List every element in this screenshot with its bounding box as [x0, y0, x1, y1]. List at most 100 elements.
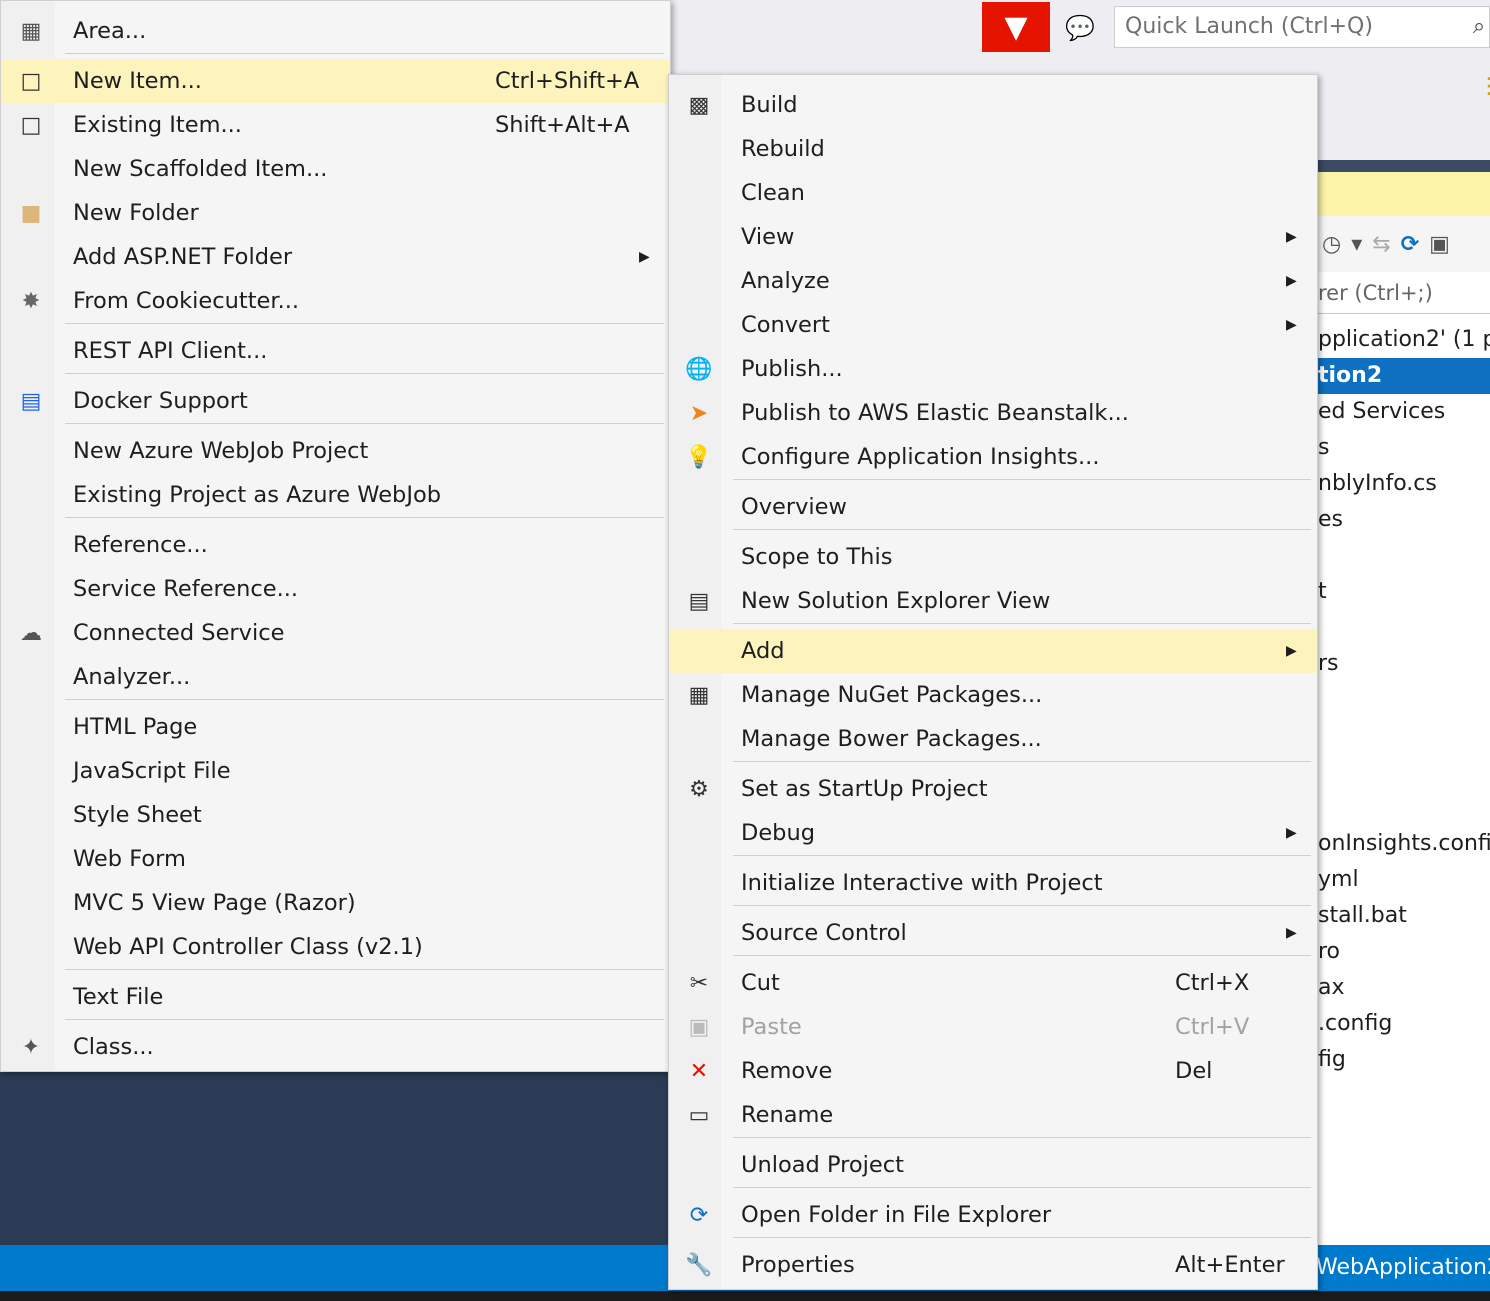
menu-item-web-api-controller-class-v2-1[interactable]: Web API Controller Class (v2.1)	[1, 925, 670, 969]
tree-node[interactable]: nblyInfo.cs	[1316, 466, 1490, 502]
menu-item-new-azure-webjob-project[interactable]: New Azure WebJob Project	[1, 429, 670, 473]
submenu-arrow-icon: ▶	[1286, 317, 1297, 333]
menu-item-build[interactable]: ▩ Build	[669, 83, 1317, 127]
menu-item-label: Paste	[741, 1014, 802, 1040]
menu-item-mvc-5-view-page-razor[interactable]: MVC 5 View Page (Razor)	[1, 881, 670, 925]
menu-item-label: Add	[741, 638, 785, 664]
menu-item-javascript-file[interactable]: JavaScript File	[1, 749, 670, 793]
tree-node[interactable]: .config	[1316, 1006, 1490, 1042]
menu-item-label: REST API Client...	[73, 338, 268, 364]
menu-item-overview[interactable]: Overview	[669, 485, 1317, 529]
menu-item-publish-to-aws-elastic-beanstalk[interactable]: ➤ Publish to AWS Elastic Beanstalk...	[669, 391, 1317, 435]
tree-node[interactable]: s	[1316, 430, 1490, 466]
menu-item-manage-bower-packages[interactable]: Manage Bower Packages...	[669, 717, 1317, 761]
solution-tree: pplication2' (1 pr tion2 ed Services s nblyI…	[1316, 322, 1490, 1078]
refresh-icon[interactable]: ⟳	[1401, 232, 1419, 257]
menu-item-service-reference[interactable]: Service Reference...	[1, 567, 670, 611]
menu-item-scope-to-this[interactable]: Scope to This	[669, 535, 1317, 579]
menu-item-rename[interactable]: ▭ Rename	[669, 1093, 1317, 1137]
chevron-down-icon[interactable]: ▾	[1351, 232, 1362, 257]
tree-node[interactable]: yml	[1316, 862, 1490, 898]
tree-node[interactable]	[1316, 790, 1490, 826]
menu-item-new-item[interactable]: □ New Item... Ctrl+Shift+A	[1, 59, 670, 103]
menu-item-debug[interactable]: Debug ▶	[669, 811, 1317, 855]
history-icon[interactable]: ◷	[1322, 232, 1341, 257]
menu-item-shortcut: Ctrl+X	[1175, 970, 1250, 996]
area-icon: ▦	[20, 18, 42, 44]
menu-item-class[interactable]: ✦ Class...	[1, 1025, 670, 1069]
menu-item-unload-project[interactable]: Unload Project	[669, 1143, 1317, 1187]
menu-item-properties[interactable]: 🔧 Properties Alt+Enter	[669, 1243, 1317, 1287]
tree-node[interactable]	[1316, 610, 1490, 646]
solution-explorer-search[interactable]: rer (Ctrl+;)	[1316, 272, 1490, 314]
menu-item-connected-service[interactable]: ☁ Connected Service	[1, 611, 670, 655]
menu-item-clean[interactable]: Clean	[669, 171, 1317, 215]
menu-item-text-file[interactable]: Text File	[1, 975, 670, 1019]
search-icon: ⌕	[1472, 14, 1486, 39]
collapse-icon[interactable]: ▣	[1429, 232, 1450, 257]
menu-item-configure-application-insights[interactable]: 💡 Configure Application Insights...	[669, 435, 1317, 479]
menu-item-add[interactable]: Add ▶	[669, 629, 1317, 673]
menu-item-set-as-startup-project[interactable]: ⚙ Set as StartUp Project	[669, 767, 1317, 811]
tree-node[interactable]: pplication2' (1 pr	[1316, 322, 1490, 358]
menu-item-source-control[interactable]: Source Control ▶	[669, 911, 1317, 955]
menu-separator	[65, 373, 664, 374]
menu-item-new-scaffolded-item[interactable]: New Scaffolded Item...	[1, 147, 670, 191]
tree-node[interactable]	[1316, 754, 1490, 790]
tree-node[interactable]: onInsights.config	[1316, 826, 1490, 862]
tree-node[interactable]: es	[1316, 502, 1490, 538]
menu-item-html-page[interactable]: HTML Page	[1, 705, 670, 749]
menu-item-shortcut: Del	[1175, 1058, 1213, 1084]
menu-item-new-folder[interactable]: ■ New Folder	[1, 191, 670, 235]
menu-item-web-form[interactable]: Web Form	[1, 837, 670, 881]
menu-item-rest-api-client[interactable]: REST API Client...	[1, 329, 670, 373]
feedback-icon[interactable]: 💬	[1060, 8, 1100, 48]
tree-node[interactable]: tion2	[1316, 358, 1490, 394]
menu-item-style-sheet[interactable]: Style Sheet	[1, 793, 670, 837]
tree-node[interactable]	[1316, 718, 1490, 754]
menu-item-analyzer[interactable]: Analyzer...	[1, 655, 670, 699]
menu-item-existing-item[interactable]: □ Existing Item... Shift+Alt+A	[1, 103, 670, 147]
tree-node[interactable]	[1316, 538, 1490, 574]
menu-item-area[interactable]: ▦ Area...	[1, 9, 670, 53]
menu-item-existing-project-as-azure-webjob[interactable]: Existing Project as Azure WebJob	[1, 473, 670, 517]
tree-node[interactable]: ax	[1316, 970, 1490, 1006]
overflow-icon[interactable]: ⋮	[1478, 74, 1490, 99]
tree-node[interactable]: ed Services	[1316, 394, 1490, 430]
menu-item-cut[interactable]: ✂ Cut Ctrl+X	[669, 961, 1317, 1005]
menu-item-open-folder-in-file-explorer[interactable]: ⟳ Open Folder in File Explorer	[669, 1193, 1317, 1237]
menu-item-view[interactable]: View ▶	[669, 215, 1317, 259]
menu-item-remove[interactable]: ✕ Remove Del	[669, 1049, 1317, 1093]
menu-separator	[733, 623, 1311, 624]
menu-item-reference[interactable]: Reference...	[1, 523, 670, 567]
sync-icon[interactable]: ⇆	[1372, 232, 1390, 257]
submenu-arrow-icon: ▶	[1286, 229, 1297, 245]
menu-item-label: Clean	[741, 180, 805, 206]
menu-item-convert[interactable]: Convert ▶	[669, 303, 1317, 347]
gear-icon: ⚙	[689, 776, 709, 802]
menu-item-label: View	[741, 224, 795, 250]
menu-item-analyze[interactable]: Analyze ▶	[669, 259, 1317, 303]
tree-node[interactable]: ro	[1316, 934, 1490, 970]
menu-item-paste[interactable]: ▣ Paste Ctrl+V	[669, 1005, 1317, 1049]
menu-item-docker-support[interactable]: ▤ Docker Support	[1, 379, 670, 423]
tree-node[interactable]: fig	[1316, 1042, 1490, 1078]
add-submenu: ▦ Area... □ New Item... Ctrl+Shift+A □ Existin…	[0, 0, 671, 1072]
menu-item-add-asp-net-folder[interactable]: Add ASP.NET Folder ▶	[1, 235, 670, 279]
menu-item-publish[interactable]: 🌐 Publish...	[669, 347, 1317, 391]
remove-icon: ✕	[689, 1058, 709, 1084]
menu-item-from-cookiecutter[interactable]: ✸ From Cookiecutter...	[1, 279, 670, 323]
paste-icon: ▣	[688, 1014, 710, 1040]
tree-node[interactable]: rs	[1316, 646, 1490, 682]
menu-item-rebuild[interactable]: Rebuild	[669, 127, 1317, 171]
tree-node[interactable]: stall.bat	[1316, 898, 1490, 934]
menu-item-new-solution-explorer-view[interactable]: ▤ New Solution Explorer View	[669, 579, 1317, 623]
menu-item-label: Service Reference...	[73, 576, 299, 602]
menu-item-manage-nuget-packages[interactable]: ▦ Manage NuGet Packages...	[669, 673, 1317, 717]
notification-flag-icon[interactable]: ▼	[982, 2, 1050, 52]
menu-item-initialize-interactive-with-project[interactable]: Initialize Interactive with Project	[669, 861, 1317, 905]
tree-node[interactable]: t	[1316, 574, 1490, 610]
panel-infobar	[1316, 172, 1490, 216]
tree-node[interactable]	[1316, 682, 1490, 718]
quick-launch-input[interactable]: Quick Launch (Ctrl+Q) ⌕	[1114, 6, 1490, 48]
